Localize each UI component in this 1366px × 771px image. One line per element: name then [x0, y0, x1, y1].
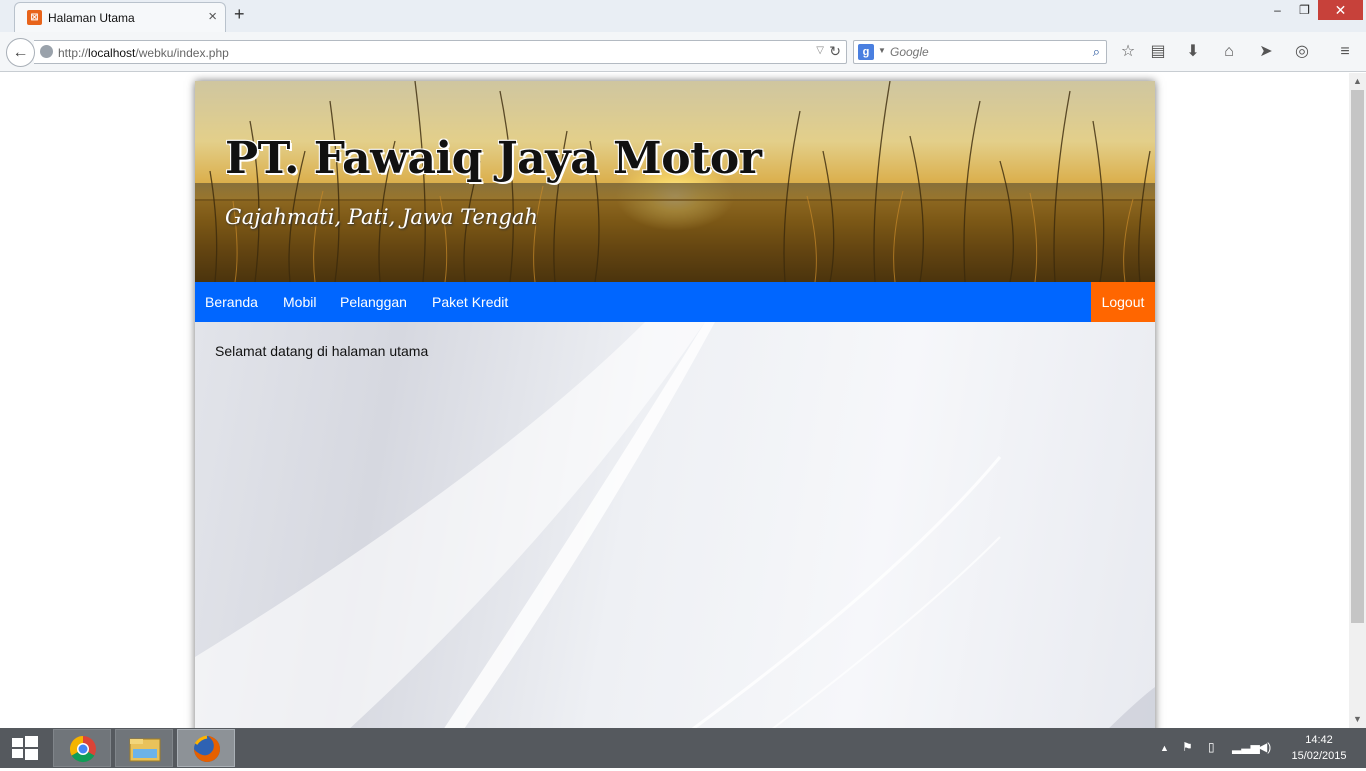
- site-title: PT. Fawaiq Jaya Motor: [225, 133, 762, 184]
- new-tab-button[interactable]: +: [234, 4, 245, 25]
- vertical-scrollbar[interactable]: ▲ ▼: [1349, 73, 1366, 728]
- menu-item-paket-kredit[interactable]: Paket Kredit: [432, 282, 508, 322]
- site-header-banner: PT. Fawaiq Jaya Motor Gajahmati, Pati, J…: [195, 81, 1155, 282]
- reload-icon[interactable]: ↻: [829, 43, 841, 60]
- reading-list-icon[interactable]: ▤: [1147, 41, 1169, 63]
- action-center-flag-icon[interactable]: ⚑: [1182, 740, 1193, 754]
- url-history-dropdown-icon[interactable]: ▽: [816, 45, 824, 56]
- url-bar[interactable]: http://localhost/webku/index.php ▽ ↻: [34, 40, 847, 64]
- menu-icon[interactable]: ≡: [1334, 41, 1356, 63]
- site-subtitle: Gajahmati, Pati, Jawa Tengah: [225, 205, 538, 229]
- back-button[interactable]: ←: [6, 38, 35, 67]
- close-window-button[interactable]: ✕: [1318, 0, 1363, 20]
- url-text[interactable]: http://localhost/webku/index.php: [58, 46, 229, 60]
- main-menu: Beranda Mobil Pelanggan Paket Kredit Log…: [195, 282, 1155, 322]
- logout-button[interactable]: Logout: [1091, 282, 1155, 322]
- windows-taskbar: ▲ ⚑ ▯ ▂▃▅ ◀) 14:42 15/02/2015: [0, 728, 1366, 768]
- browser-titlebar: ⊠ Halaman Utama × + – ❐ ✕: [0, 0, 1366, 32]
- google-search-engine-icon[interactable]: g: [858, 44, 874, 60]
- scrollbar-thumb[interactable]: [1351, 90, 1364, 623]
- menu-item-mobil[interactable]: Mobil: [283, 282, 316, 322]
- taskbar-chrome-button[interactable]: [53, 729, 111, 767]
- back-arrow-icon: ←: [12, 44, 29, 61]
- search-icon[interactable]: ⌕: [1093, 44, 1100, 60]
- network-icon[interactable]: ▂▃▅: [1232, 740, 1260, 754]
- site-identity-icon[interactable]: [40, 45, 53, 58]
- search-bar[interactable]: g ▼ ⌕: [853, 40, 1107, 64]
- minimize-button[interactable]: –: [1264, 0, 1291, 20]
- scroll-up-icon[interactable]: ▲: [1349, 73, 1366, 90]
- content-background-swoosh: [195, 322, 1155, 728]
- star-icon[interactable]: ☆: [1117, 41, 1139, 63]
- chrome-icon: [69, 735, 96, 763]
- menu-item-beranda[interactable]: Beranda: [205, 282, 258, 322]
- site-container: PT. Fawaiq Jaya Motor Gajahmati, Pati, J…: [195, 81, 1155, 728]
- browser-toolbar: http://localhost/webku/index.php ▽ ↻ ← g…: [0, 32, 1366, 72]
- firefox-icon: [194, 735, 220, 762]
- xampp-favicon-icon: ⊠: [27, 10, 42, 25]
- pocket-icon[interactable]: ◎: [1291, 41, 1313, 63]
- search-input[interactable]: [890, 44, 1080, 60]
- scroll-down-icon[interactable]: ▼: [1349, 711, 1366, 728]
- page-viewport: PT. Fawaiq Jaya Motor Gajahmati, Pati, J…: [0, 73, 1349, 728]
- browser-tab[interactable]: ⊠ Halaman Utama ×: [14, 2, 226, 32]
- power-icon[interactable]: ▯: [1208, 740, 1215, 754]
- clock-time[interactable]: 14:42: [1289, 734, 1349, 746]
- download-icon[interactable]: ⬇: [1182, 41, 1204, 63]
- clock-date[interactable]: 15/02/2015: [1289, 750, 1349, 762]
- volume-icon[interactable]: ◀): [1258, 740, 1271, 754]
- menu-item-pelanggan[interactable]: Pelanggan: [340, 282, 407, 322]
- welcome-message: Selamat datang di halaman utama: [215, 343, 429, 359]
- taskbar-file-explorer-button[interactable]: [115, 729, 173, 767]
- show-hidden-icons-icon[interactable]: ▲: [1160, 743, 1169, 753]
- tab-close-button[interactable]: ×: [208, 8, 217, 25]
- taskbar-firefox-button[interactable]: [177, 729, 235, 767]
- main-content: Selamat datang di halaman utama: [195, 322, 1155, 728]
- send-icon[interactable]: ➤: [1255, 41, 1277, 63]
- home-icon[interactable]: ⌂: [1218, 41, 1240, 63]
- search-engine-dropdown-icon[interactable]: ▼: [878, 46, 886, 55]
- tab-title: Halaman Utama: [48, 11, 135, 25]
- windows-start-icon[interactable]: [10, 736, 38, 760]
- restore-button[interactable]: ❐: [1291, 0, 1318, 20]
- file-explorer-icon: [129, 738, 161, 762]
